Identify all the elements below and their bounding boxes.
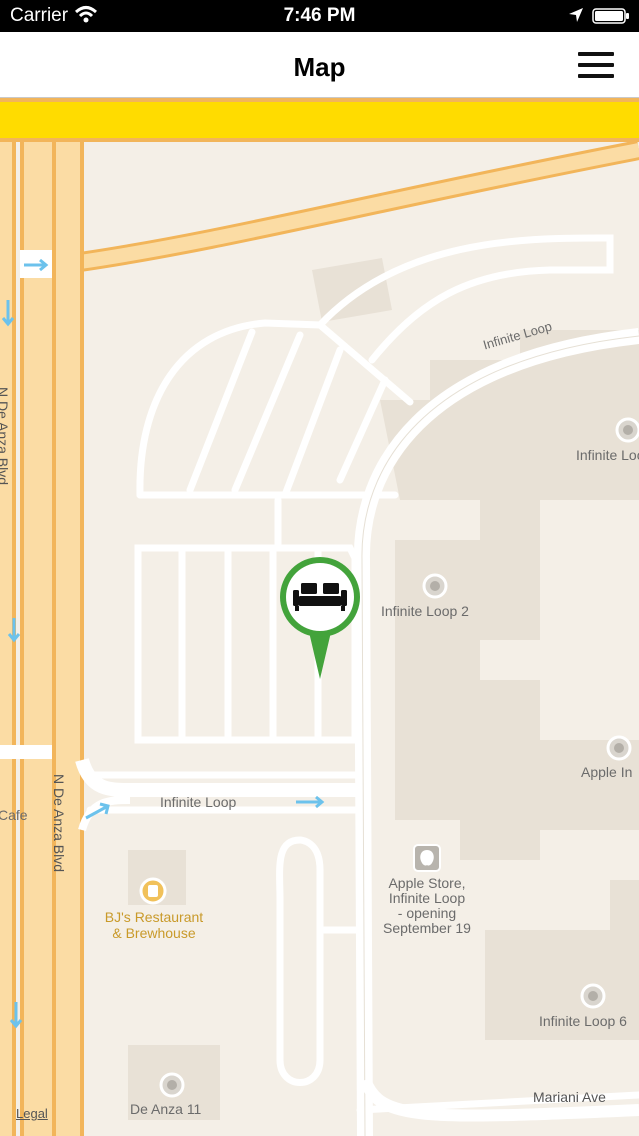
status-bar: Carrier 7:46 PM (0, 0, 639, 32)
place-label-infinite-loop-bottom-right: Infinite Loop 6 (539, 1013, 627, 1029)
place-label-infinite-loop-2: Infinite Loop 2 (381, 603, 469, 619)
place-label-de-anza-11: De Anza 11 (130, 1101, 202, 1117)
street-label-mariani-ave: Mariani Ave (533, 1089, 606, 1105)
place-label-apple-store: Apple Store, Infinite Loop - opening Sep… (383, 875, 471, 936)
place-label-apple-inc: Apple In (581, 764, 633, 780)
street-label-infinite-loop-bottom: Infinite Loop (160, 794, 237, 810)
place-label-infinite-loop-top-right: Infinite Loop (576, 447, 639, 463)
street-label-n-de-anza-right: N De Anza Blvd (51, 773, 68, 873)
place-label-cafe: Cafe (0, 807, 28, 823)
street-label-n-de-anza-left: N De Anza Blvd (0, 387, 12, 486)
place-label-bjs-restaurant: BJ's Restaurant & Brewhouse (104, 909, 204, 941)
status-time: 7:46 PM (283, 5, 356, 26)
location-arrow-icon (569, 8, 583, 22)
page-title: Map (293, 52, 346, 82)
battery-icon (592, 8, 629, 24)
map-pin[interactable] (275, 552, 365, 682)
navigation-bar: Map (0, 32, 639, 98)
hamburger-menu-icon[interactable] (578, 52, 614, 78)
legal-link[interactable]: Legal (16, 1106, 48, 1121)
